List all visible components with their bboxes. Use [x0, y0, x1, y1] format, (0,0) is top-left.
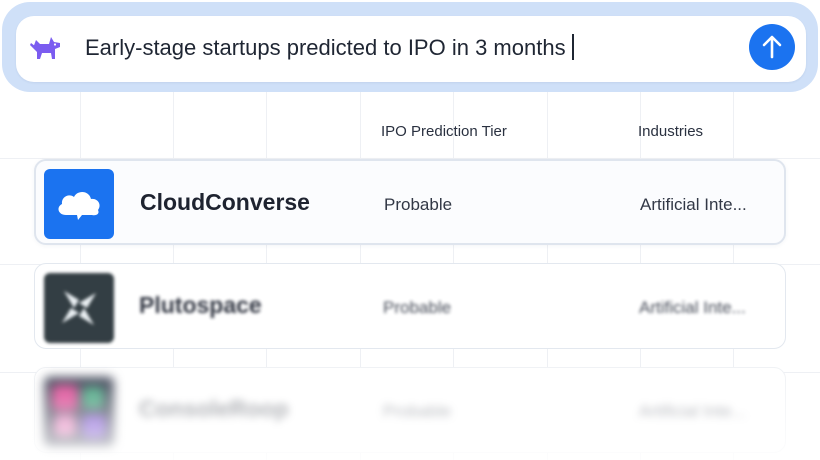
column-header-tier[interactable]: IPO Prediction Tier: [381, 123, 507, 140]
industry-value: Artificial Inte...: [639, 402, 746, 421]
cloud-icon: [44, 169, 114, 239]
company-name[interactable]: ConsoleRoop: [139, 396, 289, 423]
table-row[interactable]: ConsoleRoop Probable Artificial Inte...: [34, 367, 786, 453]
table-row[interactable]: Plutospace Probable Artificial Inte...: [34, 263, 786, 349]
dog-icon: [27, 28, 65, 66]
industry-value: Artificial Inte...: [639, 298, 746, 317]
pinwheel-icon: [44, 273, 114, 343]
ipo-tier-value: Probable: [384, 195, 453, 214]
table-row[interactable]: CloudConverse Probable Artificial Inte..…: [34, 159, 786, 245]
app-tile-icon: [44, 377, 114, 447]
search-query-text: Early-stage startups predicted to IPO in…: [85, 35, 566, 60]
results-screen: Early-stage startups predicted to IPO in…: [0, 0, 820, 460]
search-input[interactable]: Early-stage startups predicted to IPO in…: [85, 32, 574, 64]
ipo-tier-value: Probable: [383, 298, 452, 317]
text-caret: [571, 34, 574, 60]
column-header-industries[interactable]: Industries: [638, 123, 703, 140]
company-name[interactable]: Plutospace: [139, 292, 262, 319]
industry-value: Artificial Inte...: [640, 195, 747, 214]
company-name[interactable]: CloudConverse: [140, 189, 310, 216]
arrow-up-icon: [749, 24, 795, 70]
ipo-tier-value: Probable: [383, 402, 452, 421]
send-button[interactable]: [749, 24, 795, 70]
